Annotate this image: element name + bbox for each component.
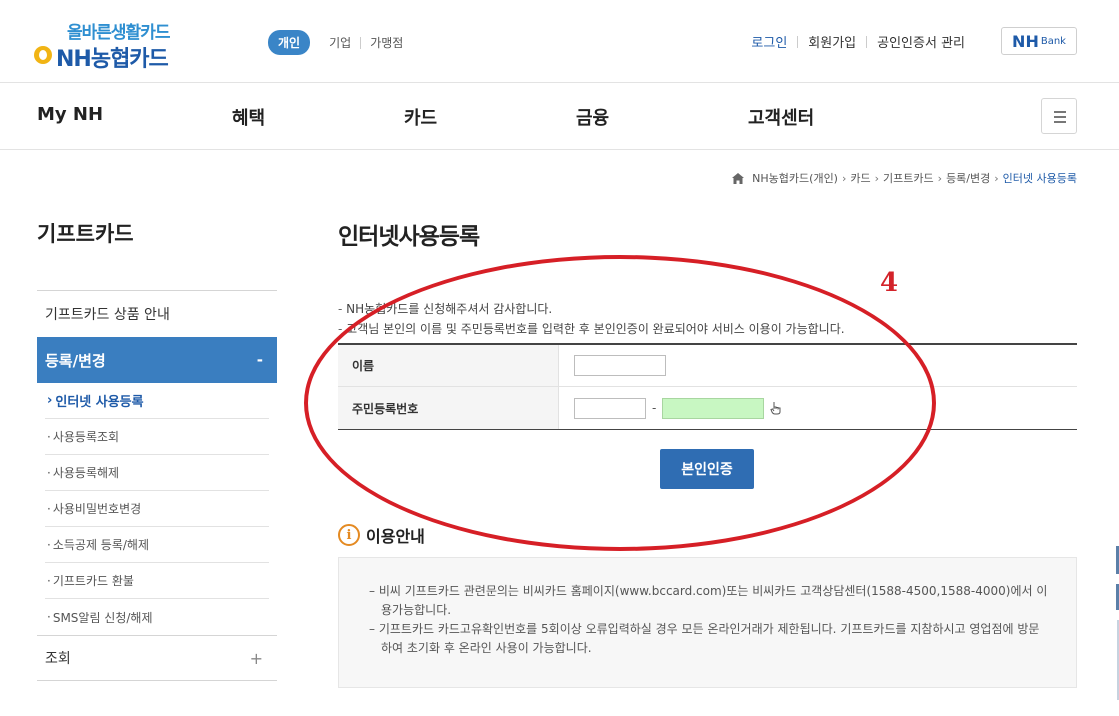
notice-item: 고객님 본인의 이름 및 주민등록번호를 입력한 후 본인인증이 완료되어야 서…: [338, 319, 844, 339]
form-row-rrn: 주민등록번호 -: [338, 387, 1077, 429]
certificate-link[interactable]: 공인인증서 관리: [867, 32, 975, 51]
gnb-finance[interactable]: 금융: [576, 104, 609, 130]
identity-verify-button[interactable]: 본인인증: [660, 449, 754, 489]
utility-links: 로그인 회원가입 공인인증서 관리: [741, 32, 975, 51]
breadcrumb-item[interactable]: 기프트카드: [883, 170, 934, 186]
segment-merchant[interactable]: 가맹점: [361, 34, 412, 51]
gnb-customer-center[interactable]: 고객센터: [748, 104, 814, 130]
segment-nav: 개인 기업 가맹점: [268, 30, 412, 55]
nh-card-logo[interactable]: 올바른생활카드 NH농협카드: [34, 18, 194, 74]
rrn-back-input[interactable]: [662, 397, 765, 419]
notice-item: NH농협카드를 신청해주셔서 감사합니다.: [338, 299, 845, 319]
nh-bank-sub: Bank: [1040, 35, 1066, 47]
chevron-right-icon: ›: [841, 171, 847, 185]
rrn-label: 주민등록번호: [338, 387, 559, 429]
registration-form: 이름 주민등록번호 -: [338, 343, 1077, 430]
sidebar-item-product-info[interactable]: 기프트카드 상품 안내: [37, 290, 277, 337]
breadcrumb-current: 인터넷 사용등록: [1002, 172, 1077, 185]
info-item: 기프트카드 카드고유확인번호를 5회이상 오류입력하실 경우 모든 온라인거래가…: [369, 620, 1048, 658]
logo-brand: NH농협카드: [56, 47, 169, 72]
gnb-card[interactable]: 카드: [404, 104, 437, 130]
sidebar-item-label: 조회: [45, 651, 71, 667]
sidebar: 기프트카드 상품 안내 등록/변경 - › 인터넷 사용등록 · 사용등록조회 …: [37, 290, 277, 681]
logo-mark-icon: [34, 46, 52, 64]
info-icon: i: [338, 524, 360, 546]
gnb-my-nh[interactable]: My NH: [37, 104, 103, 125]
main-navigation: My NH 혜택 카드 금융 고객센터: [0, 82, 1119, 150]
form-row-name: 이름: [338, 345, 1077, 387]
nh-bank-button[interactable]: NH Bank: [1001, 27, 1077, 55]
submenu-registration-cancel[interactable]: · 사용등록해제: [45, 455, 269, 491]
sidebar-item-label: 등록/변경: [45, 351, 106, 370]
keypad-hand-icon[interactable]: [770, 401, 782, 415]
breadcrumb-item[interactable]: 등록/변경: [946, 170, 990, 186]
breadcrumb: NH농협카드(개인) › 카드 › 기프트카드 › 등록/변경 › 인터넷 사용…: [732, 170, 1077, 186]
notice-list: NH농협카드를 신청해주셔서 감사합니다. 고객님 본인의 이름 및 주민등록번…: [338, 299, 845, 339]
signup-link[interactable]: 회원가입: [798, 32, 866, 51]
submenu-password-change[interactable]: · 사용비밀번호변경: [45, 491, 269, 527]
step-annotation: 4: [880, 268, 899, 298]
nh-bank-main: NH: [1012, 31, 1039, 51]
logo-slogan: 올바른생활카드: [67, 23, 170, 43]
top-header: 올바른생활카드 NH농협카드 개인 기업 가맹점 로그인 회원가입 공인인증서 …: [0, 0, 1119, 82]
segment-business[interactable]: 기업: [320, 34, 360, 51]
breadcrumb-item[interactable]: NH농협카드(개인): [752, 170, 838, 186]
page-title: 인터넷사용등록: [338, 224, 480, 250]
chevron-right-icon: ›: [937, 171, 943, 185]
submenu-refund[interactable]: · 기프트카드 환불: [45, 563, 269, 599]
submenu-registration-inquiry[interactable]: · 사용등록조회: [45, 419, 269, 455]
sidebar-item-inquiry[interactable]: 조회 +: [37, 635, 277, 681]
submenu-sms-alert[interactable]: · SMS알림 신청/해제: [45, 599, 269, 635]
sidebar-submenu: › 인터넷 사용등록 · 사용등록조회 · 사용등록해제 · 사용비밀번호변경 …: [45, 383, 269, 635]
rrn-cell: -: [559, 387, 1077, 429]
chevron-right-icon: ›: [994, 171, 999, 185]
name-cell: [559, 345, 1077, 386]
chevron-right-icon: ›: [874, 171, 880, 185]
submenu-tax-deduction[interactable]: · 소득공제 등록/해제: [45, 527, 269, 563]
sidebar-item-registration[interactable]: 등록/변경 -: [37, 337, 277, 383]
rrn-front-input[interactable]: [574, 397, 646, 419]
usage-info-box: 비씨 기프트카드 관련문의는 비씨카드 홈페이지(www.bccard.com)…: [338, 557, 1077, 688]
home-icon[interactable]: [732, 172, 745, 184]
breadcrumb-item[interactable]: 카드: [850, 170, 870, 186]
collapse-icon[interactable]: -: [257, 351, 263, 369]
segment-personal[interactable]: 개인: [268, 30, 311, 55]
name-input[interactable]: [574, 355, 666, 376]
sidebar-title: 기프트카드: [37, 222, 134, 246]
usage-info-title: 이용안내: [366, 527, 425, 546]
submenu-internet-registration[interactable]: › 인터넷 사용등록: [45, 383, 269, 419]
gnb-benefits[interactable]: 혜택: [232, 104, 265, 130]
usage-info-heading: i 이용안내: [338, 523, 425, 547]
expand-icon[interactable]: +: [250, 649, 263, 668]
info-item: 비씨 기프트카드 관련문의는 비씨카드 홈페이지(www.bccard.com)…: [369, 582, 1048, 620]
hamburger-menu-icon[interactable]: [1041, 98, 1077, 134]
rrn-dash: -: [652, 401, 657, 415]
name-label: 이름: [338, 345, 559, 386]
login-link[interactable]: 로그인: [741, 32, 797, 51]
